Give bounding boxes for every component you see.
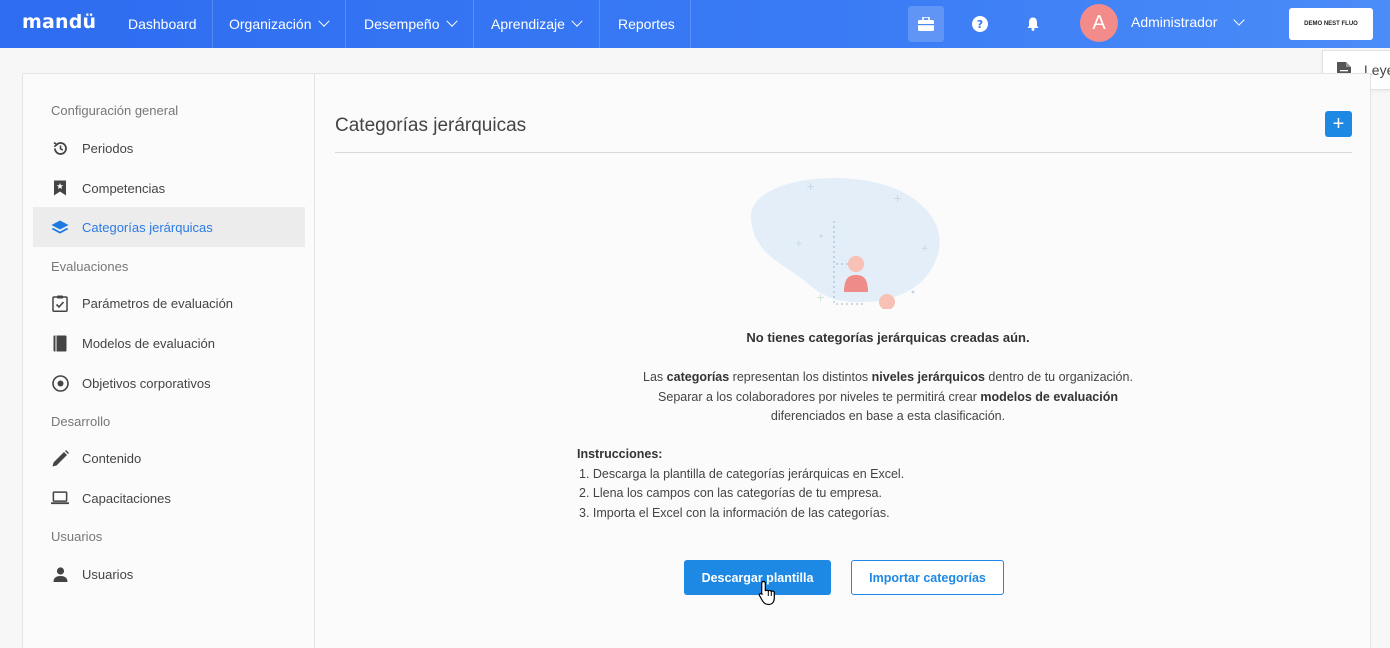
- nav-separator: [345, 0, 346, 48]
- chevron-down-icon[interactable]: [1233, 14, 1245, 26]
- empty-state-title: No tienes categorías jerárquicas creadas…: [746, 330, 1030, 345]
- briefcase-icon[interactable]: [908, 6, 944, 42]
- nav-separator: [212, 0, 213, 48]
- nav-separator: [473, 0, 474, 48]
- instruction-step: 1. Descarga la plantilla de categorías j…: [579, 466, 905, 481]
- avatar[interactable]: A: [1080, 4, 1118, 42]
- layers-icon: [51, 218, 69, 236]
- nav-separator: [599, 0, 600, 48]
- settings-sidebar: Configuración general Periodos Competenc…: [23, 74, 315, 648]
- mandu-logo[interactable]: mandü: [22, 11, 96, 33]
- instruction-step: 2. Llena los campos con las categorías d…: [579, 486, 882, 500]
- sidebar-item-parametros[interactable]: Parámetros de evaluación: [33, 283, 305, 323]
- section-title-evaluaciones: Evaluaciones: [51, 259, 129, 274]
- sidebar-item-periodos[interactable]: Periodos: [33, 128, 305, 168]
- svg-text:+: +: [893, 192, 902, 205]
- empty-state-description: Las categorías representan los distintos…: [643, 370, 1133, 423]
- add-category-button[interactable]: +: [1325, 111, 1352, 137]
- sidebar-item-capacitaciones[interactable]: Capacitaciones: [33, 478, 305, 518]
- laptop-icon: [51, 489, 69, 507]
- nav-desempeno[interactable]: Desempeño: [364, 0, 458, 48]
- content-panel: Configuración general Periodos Competenc…: [22, 73, 1371, 648]
- sidebar-item-usuarios[interactable]: Usuarios: [33, 554, 305, 594]
- divider: [335, 152, 1352, 153]
- help-icon[interactable]: ?: [962, 6, 998, 42]
- nav-dashboard[interactable]: Dashboard: [128, 0, 197, 48]
- svg-text:+: +: [806, 180, 815, 193]
- hierarchy-illustration: + + + + +: [743, 174, 943, 351]
- page-title: Categorías jerárquicas: [335, 115, 527, 136]
- instructions-block: Instrucciones: 1. Descarga la plantilla …: [577, 445, 904, 523]
- user-name[interactable]: Administrador: [1131, 14, 1217, 30]
- pencil-icon: [51, 449, 69, 467]
- sidebar-item-categorias[interactable]: Categorías jerárquicas: [33, 207, 305, 247]
- sidebar-item-modelos[interactable]: Modelos de evaluación: [33, 323, 305, 363]
- sidebar-item-objetivos[interactable]: Objetivos corporativos: [33, 363, 305, 403]
- sidebar-item-competencias[interactable]: Competencias: [33, 168, 305, 208]
- hand-pointer-icon: [758, 580, 778, 611]
- user-icon: [51, 565, 69, 583]
- chevron-down-icon: [317, 15, 330, 27]
- clipboard-check-icon: [51, 294, 69, 312]
- target-icon: [51, 374, 69, 392]
- svg-text:+: +: [921, 244, 929, 254]
- section-title-configuracion: Configuración general: [51, 103, 179, 118]
- svg-text:+: +: [816, 291, 825, 304]
- bell-icon[interactable]: [1015, 6, 1051, 42]
- company-badge[interactable]: DEMO NEST FLUO: [1289, 8, 1373, 40]
- sidebar-item-contenido[interactable]: Contenido: [33, 438, 305, 478]
- svg-text:+: +: [795, 239, 803, 249]
- nav-organizacion[interactable]: Organización: [229, 0, 330, 48]
- chevron-down-icon: [445, 15, 458, 27]
- chevron-down-icon: [571, 15, 583, 27]
- section-title-usuarios: Usuarios: [51, 529, 103, 544]
- nav-separator: [690, 0, 691, 48]
- top-navbar: mandü Dashboard Organización Desempeño A…: [0, 0, 1390, 48]
- svg-text:?: ?: [977, 18, 983, 31]
- import-categories-button[interactable]: Importar categorías: [851, 560, 1004, 595]
- nav-reportes[interactable]: Reportes: [618, 0, 675, 48]
- instructions-title: Instrucciones:: [577, 447, 663, 461]
- nav-aprendizaje[interactable]: Aprendizaje: [491, 0, 583, 48]
- instruction-step: 3. Importa el Excel con la información d…: [579, 505, 890, 520]
- section-title-desarrollo: Desarrollo: [51, 414, 111, 429]
- book-icon: [51, 334, 69, 352]
- history-icon: [51, 139, 69, 157]
- bookmark-star-icon: [51, 179, 69, 197]
